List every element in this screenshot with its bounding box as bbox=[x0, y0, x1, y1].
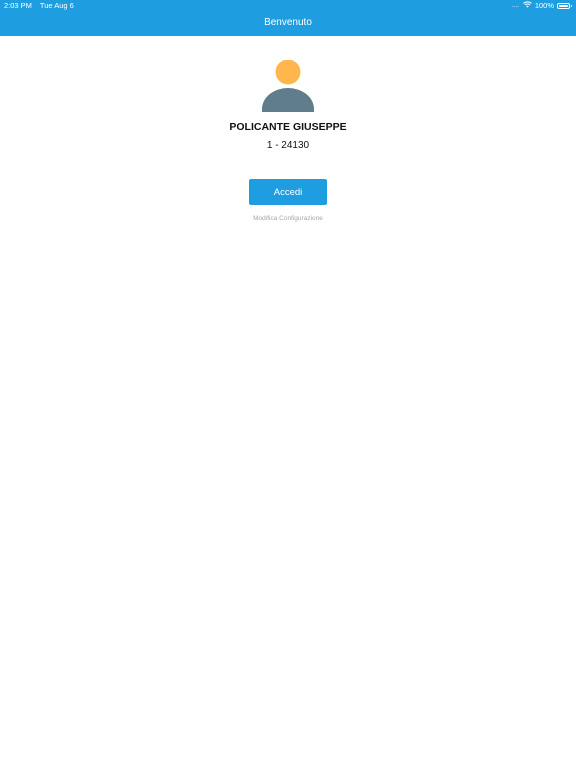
battery-fill bbox=[559, 5, 568, 7]
status-time: 2:03 PM bbox=[4, 1, 32, 10]
status-right: .... 100% bbox=[512, 0, 572, 12]
battery-percent: 100% bbox=[534, 1, 554, 10]
status-bar: 2:03 PM Tue Aug 6 .... 100% bbox=[0, 0, 576, 12]
user-code: 1 - 24130 bbox=[266, 140, 310, 151]
battery-icon bbox=[557, 3, 572, 9]
status-left: 2:03 PM Tue Aug 6 bbox=[4, 0, 80, 12]
status-date: Tue Aug 6 bbox=[39, 1, 74, 10]
signal-dots: .... bbox=[512, 3, 519, 9]
page-title: Benvenuto bbox=[264, 17, 312, 28]
user-name: POLICANTE GIUSEPPE bbox=[229, 121, 347, 133]
login-button[interactable]: Accedi bbox=[249, 179, 327, 205]
user-avatar-icon bbox=[262, 59, 314, 112]
wifi-icon bbox=[522, 0, 532, 12]
edit-configuration-link[interactable]: Modifica Configurazione bbox=[0, 214, 576, 224]
app-header: 2:03 PM Tue Aug 6 .... 100% Benvenuto bbox=[0, 0, 576, 36]
